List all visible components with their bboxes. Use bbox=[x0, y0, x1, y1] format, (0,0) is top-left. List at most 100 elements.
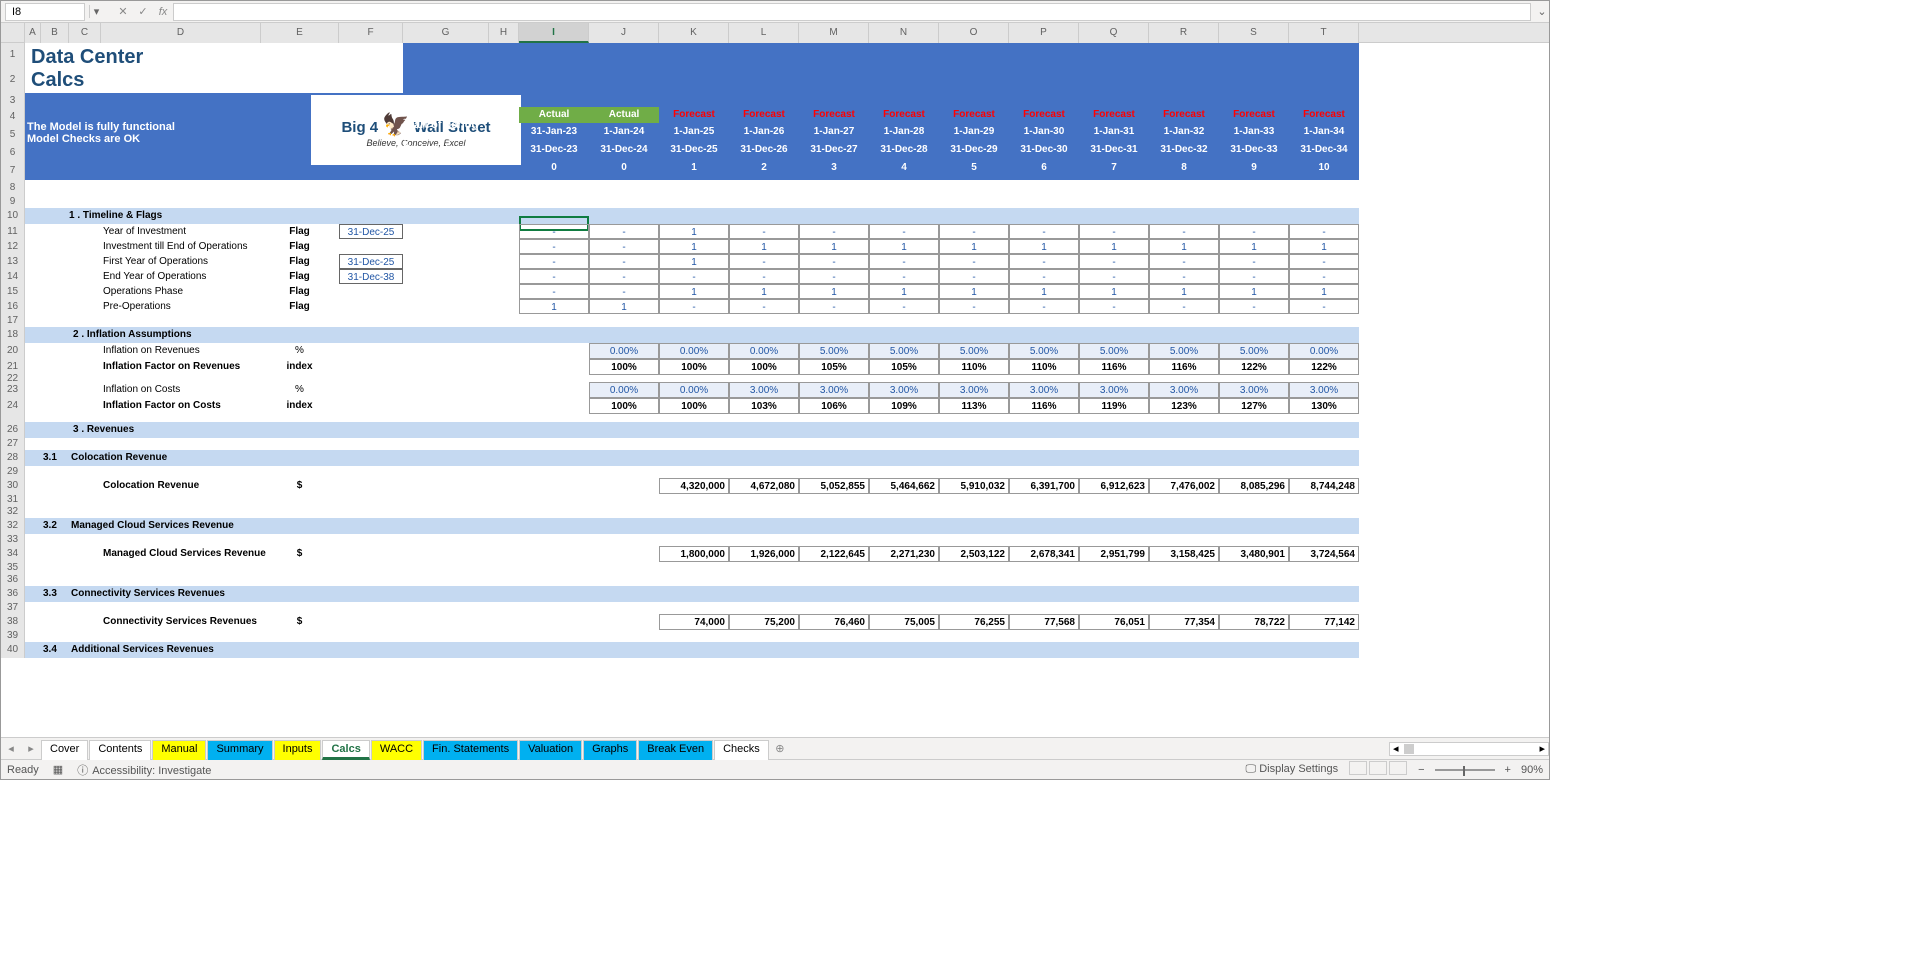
row-header[interactable]: 29 bbox=[1, 466, 25, 478]
column-header-K[interactable]: K bbox=[659, 23, 729, 43]
row-header[interactable]: 11 bbox=[1, 224, 25, 239]
name-box[interactable]: I8 bbox=[5, 3, 85, 21]
sheet-tab-fin-statements[interactable]: Fin. Statements bbox=[423, 740, 518, 760]
sheet-tab-graphs[interactable]: Graphs bbox=[583, 740, 637, 760]
row-header[interactable]: 40 bbox=[1, 642, 25, 658]
column-header-L[interactable]: L bbox=[729, 23, 799, 43]
flag-date[interactable]: 31-Dec-38 bbox=[339, 269, 403, 284]
row-header[interactable]: 30 bbox=[1, 478, 25, 494]
flag-value: - bbox=[1009, 299, 1079, 314]
row-header[interactable]: 4 bbox=[1, 108, 25, 126]
flag-date[interactable]: 31-Dec-25 bbox=[339, 224, 403, 239]
row-header[interactable]: 17 bbox=[1, 314, 25, 327]
accessibility-status[interactable]: ⓘAccessibility: Investigate bbox=[77, 762, 211, 778]
row-header[interactable]: 23 bbox=[1, 382, 25, 398]
column-header-O[interactable]: O bbox=[939, 23, 1009, 43]
sheet-tab-calcs[interactable]: Calcs bbox=[322, 740, 369, 760]
accept-icon[interactable]: ✓ bbox=[133, 5, 153, 18]
row-header[interactable]: 39 bbox=[1, 630, 25, 642]
sheet-tab-valuation[interactable]: Valuation bbox=[519, 740, 582, 760]
horizontal-scrollbar[interactable]: ◂ ▸ bbox=[1389, 742, 1549, 756]
column-header-R[interactable]: R bbox=[1149, 23, 1219, 43]
row-header[interactable]: 35 bbox=[1, 562, 25, 574]
row-header[interactable]: 12 bbox=[1, 239, 25, 254]
column-header-M[interactable]: M bbox=[799, 23, 869, 43]
row-header[interactable]: 22 bbox=[1, 375, 25, 382]
row-header[interactable]: 13 bbox=[1, 254, 25, 269]
sheet-tab-break-even[interactable]: Break Even bbox=[638, 740, 713, 760]
sheet-tab-wacc[interactable]: WACC bbox=[371, 740, 422, 760]
row-header[interactable]: 20 bbox=[1, 343, 25, 359]
row-header[interactable]: 2 bbox=[1, 67, 25, 93]
select-all-corner[interactable] bbox=[1, 23, 25, 43]
column-header-P[interactable]: P bbox=[1009, 23, 1079, 43]
name-box-dropdown-icon[interactable]: ▾ bbox=[89, 5, 103, 18]
column-header-D[interactable]: D bbox=[101, 23, 261, 43]
zoom-in-icon[interactable]: + bbox=[1505, 764, 1511, 776]
sheet-tab-manual[interactable]: Manual bbox=[152, 740, 206, 760]
row-header[interactable]: 7 bbox=[1, 162, 25, 180]
row-header[interactable]: 8 bbox=[1, 180, 25, 195]
column-header-C[interactable]: C bbox=[69, 23, 101, 43]
row-header[interactable]: 32 bbox=[1, 518, 25, 534]
column-header-G[interactable]: G bbox=[403, 23, 489, 43]
tab-nav-prev-icon[interactable]: ▸ bbox=[21, 742, 41, 755]
row-header[interactable]: 31 bbox=[1, 494, 25, 506]
revenue-value: 77,142 bbox=[1289, 614, 1359, 630]
row-header[interactable]: 38 bbox=[1, 614, 25, 630]
flag-date[interactable]: 31-Dec-25 bbox=[339, 254, 403, 269]
column-header-J[interactable]: J bbox=[589, 23, 659, 43]
display-settings[interactable]: 🖵 Display Settings bbox=[1246, 763, 1339, 776]
scroll-thumb[interactable] bbox=[1404, 744, 1414, 754]
column-header-F[interactable]: F bbox=[339, 23, 403, 43]
column-header-T[interactable]: T bbox=[1289, 23, 1359, 43]
column-header-I[interactable]: I bbox=[519, 23, 589, 43]
sheet-tab-summary[interactable]: Summary bbox=[207, 740, 272, 760]
column-header-E[interactable]: E bbox=[261, 23, 339, 43]
row-header[interactable]: 3 bbox=[1, 93, 25, 108]
row-header[interactable]: 37 bbox=[1, 602, 25, 614]
row-header[interactable]: 28 bbox=[1, 450, 25, 466]
formula-input[interactable] bbox=[173, 3, 1531, 21]
macro-icon[interactable]: ▦ bbox=[53, 763, 63, 776]
scroll-left-icon[interactable]: ◂ bbox=[1390, 742, 1402, 755]
sheet-tab-checks[interactable]: Checks bbox=[714, 740, 769, 760]
cancel-icon[interactable]: ✕ bbox=[113, 5, 133, 18]
column-header-A[interactable]: A bbox=[25, 23, 41, 43]
row-header[interactable]: 34 bbox=[1, 546, 25, 562]
column-header-S[interactable]: S bbox=[1219, 23, 1289, 43]
row-header[interactable]: 14 bbox=[1, 269, 25, 284]
sheet-tab-cover[interactable]: Cover bbox=[41, 740, 88, 760]
row-header[interactable]: 1 bbox=[1, 43, 25, 67]
row-header[interactable]: 36 bbox=[1, 574, 25, 586]
zoom-out-icon[interactable]: − bbox=[1418, 764, 1424, 776]
row-header[interactable]: 5 bbox=[1, 126, 25, 144]
row-header[interactable]: 36 bbox=[1, 586, 25, 602]
row-header[interactable]: 32 bbox=[1, 506, 25, 518]
row-header[interactable]: 9 bbox=[1, 195, 25, 208]
row-header[interactable]: 10 bbox=[1, 208, 25, 224]
column-header-N[interactable]: N bbox=[869, 23, 939, 43]
sheet-tab-contents[interactable]: Contents bbox=[89, 740, 151, 760]
fx-icon[interactable]: fx bbox=[153, 6, 173, 18]
zoom-level[interactable]: 90% bbox=[1521, 764, 1543, 776]
row-header[interactable]: 15 bbox=[1, 284, 25, 299]
row-header[interactable]: 27 bbox=[1, 438, 25, 450]
row-header[interactable]: 6 bbox=[1, 144, 25, 162]
tab-nav-first-icon[interactable]: ◂ bbox=[1, 742, 21, 755]
column-header-H[interactable]: H bbox=[489, 23, 519, 43]
scroll-right-icon[interactable]: ▸ bbox=[1536, 742, 1548, 755]
view-buttons[interactable] bbox=[1348, 761, 1408, 778]
row-header[interactable]: 18 bbox=[1, 327, 25, 343]
formula-expand-icon[interactable]: ⌄ bbox=[1535, 5, 1549, 18]
row-header[interactable]: 16 bbox=[1, 299, 25, 314]
column-header-B[interactable]: B bbox=[41, 23, 69, 43]
column-header-Q[interactable]: Q bbox=[1079, 23, 1149, 43]
sheet-tab-inputs[interactable]: Inputs bbox=[274, 740, 322, 760]
grid[interactable]: Data CenterCalcsThe Model is fully funct… bbox=[25, 43, 1359, 737]
row-header[interactable]: 24 bbox=[1, 398, 25, 414]
row-header[interactable]: 26 bbox=[1, 422, 25, 438]
row-header[interactable] bbox=[1, 414, 25, 422]
row-header[interactable]: 33 bbox=[1, 534, 25, 546]
new-sheet-icon[interactable]: ⊕ bbox=[770, 742, 790, 755]
